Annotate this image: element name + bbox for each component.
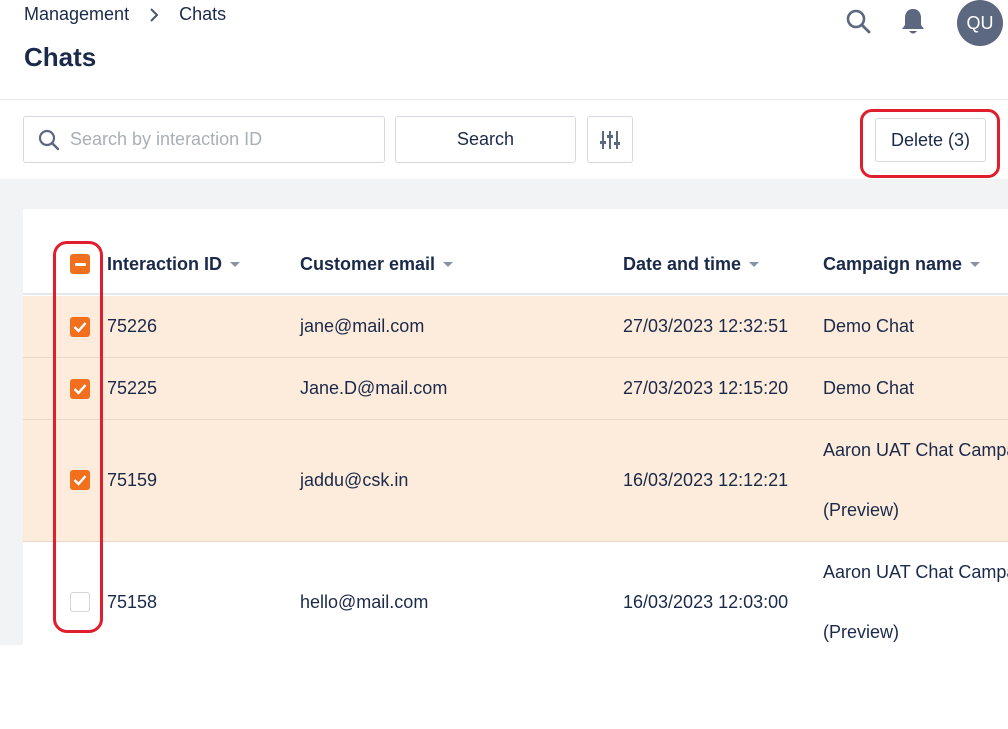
cell-interaction-id[interactable]: 75158 — [107, 592, 157, 613]
search-icon — [38, 129, 60, 151]
cell-customer-email: hello@mail.com — [300, 592, 429, 612]
table-row[interactable]: 75158 hello@mail.com 16/03/2023 12:03:00… — [23, 542, 1008, 645]
breadcrumb: Management Chats — [24, 4, 226, 25]
table-row[interactable]: 75225 Jane.D@mail.com 27/03/2023 12:15:2… — [23, 358, 1008, 420]
row-checkbox[interactable] — [70, 470, 90, 490]
cell-campaign-suffix: (Preview) — [823, 622, 900, 642]
checkmark-icon — [73, 475, 87, 486]
column-date-time[interactable]: Date and time — [623, 236, 760, 293]
breadcrumb-parent[interactable]: Management — [24, 4, 129, 25]
row-checkbox[interactable] — [70, 592, 90, 612]
row-checkbox[interactable] — [70, 379, 90, 399]
toolbar: Search Delete (3) — [0, 101, 1008, 179]
cell-customer-email: Jane.D@mail.com — [300, 378, 448, 398]
chats-table: Interaction ID Customer email Date and t… — [23, 209, 1008, 645]
bell-icon[interactable] — [899, 7, 927, 37]
checkmark-icon — [73, 322, 87, 333]
checkmark-icon — [73, 384, 87, 395]
search-field[interactable] — [23, 116, 385, 163]
select-all-checkbox[interactable] — [70, 254, 90, 274]
search-button[interactable]: Search — [395, 116, 576, 163]
cell-date-time: 16/03/2023 12:03:00 — [623, 592, 789, 612]
cell-date-time: 16/03/2023 12:12:21 — [623, 470, 789, 490]
column-interaction-id[interactable]: Interaction ID — [107, 236, 241, 293]
cell-campaign-name: Aaron UAT Chat Campa — [823, 562, 1008, 582]
delete-button[interactable]: Delete (3) — [875, 118, 986, 162]
sort-caret-icon — [749, 262, 760, 267]
page-title: Chats — [24, 42, 97, 72]
avatar[interactable]: QU — [957, 0, 1003, 46]
chevron-right-icon — [149, 7, 159, 22]
cell-customer-email: jaddu@csk.in — [300, 470, 409, 490]
search-icon[interactable] — [845, 8, 871, 34]
sort-caret-icon — [970, 262, 981, 267]
column-customer-email[interactable]: Customer email — [300, 236, 454, 293]
cell-interaction-id[interactable]: 75225 — [107, 378, 157, 399]
row-checkbox[interactable] — [70, 317, 90, 337]
breadcrumb-current: Chats — [179, 4, 227, 24]
sort-caret-icon — [230, 262, 241, 267]
column-label: Customer email — [300, 254, 436, 274]
column-label: Date and time — [623, 254, 742, 274]
filter-button[interactable] — [587, 116, 633, 163]
cell-campaign-suffix: (Preview) — [823, 500, 900, 520]
cell-interaction-id[interactable]: 75159 — [107, 470, 157, 491]
cell-campaign-name: Demo Chat — [823, 378, 915, 398]
table-header: Interaction ID Customer email Date and t… — [23, 236, 1008, 295]
filter-sliders-icon — [599, 129, 621, 151]
column-label: Campaign name — [823, 254, 963, 274]
column-campaign-name[interactable]: Campaign name — [823, 236, 981, 293]
cell-date-time: 27/03/2023 12:32:51 — [623, 316, 789, 336]
cell-customer-email: jane@mail.com — [300, 316, 425, 336]
cell-campaign-name: Demo Chat — [823, 316, 915, 336]
cell-campaign-name: Aaron UAT Chat Campa — [823, 440, 1008, 460]
cell-interaction-id[interactable]: 75226 — [107, 316, 157, 337]
sort-caret-icon — [443, 262, 454, 267]
search-input[interactable] — [70, 129, 360, 150]
table-row[interactable]: 75159 jaddu@csk.in 16/03/2023 12:12:21 A… — [23, 420, 1008, 542]
page-header: Management Chats Chats QU — [0, 0, 1008, 100]
cell-date-time: 27/03/2023 12:15:20 — [623, 378, 789, 398]
column-label: Interaction ID — [107, 254, 223, 274]
table-row[interactable]: 75226 jane@mail.com 27/03/2023 12:32:51 … — [23, 296, 1008, 358]
